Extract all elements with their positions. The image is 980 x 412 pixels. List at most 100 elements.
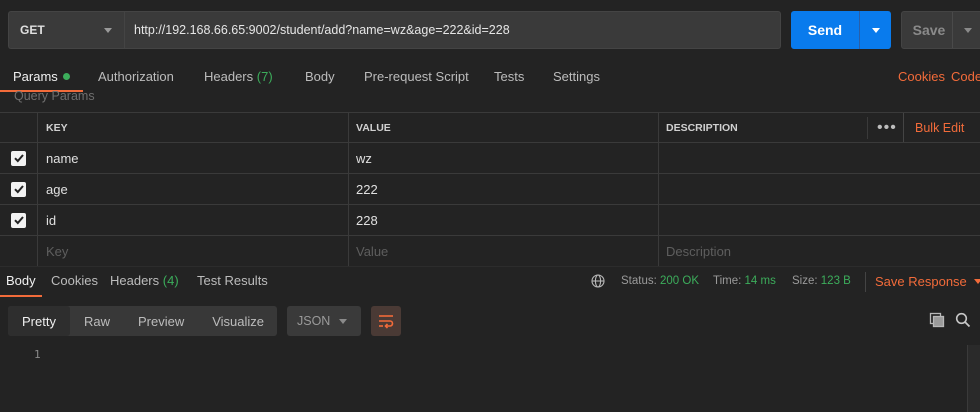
response-tabs: Body Cookies Headers (4) Test Results St… bbox=[0, 266, 980, 297]
row-checkbox-cell bbox=[0, 236, 37, 267]
checkmark-icon bbox=[13, 216, 24, 225]
param-description[interactable] bbox=[658, 205, 980, 235]
save-response-button[interactable]: Save Response bbox=[875, 274, 980, 289]
response-body-editor[interactable]: 1 bbox=[0, 340, 980, 412]
tab-headers-count: (7) bbox=[256, 69, 273, 84]
params-indicator-dot bbox=[62, 73, 70, 80]
url-text: http://192.168.66.65:9002/student/add?na… bbox=[134, 23, 510, 37]
line-number: 1 bbox=[34, 348, 41, 361]
checkmark-icon bbox=[13, 154, 24, 163]
param-value[interactable]: wz bbox=[348, 143, 658, 173]
params-table: KEY VALUE DESCRIPTION ••• Bulk Edit name… bbox=[0, 112, 980, 267]
more-options-icon[interactable]: ••• bbox=[877, 113, 897, 142]
tab-body[interactable]: Body bbox=[305, 69, 335, 84]
status-meta: Status: 200 OK bbox=[621, 275, 699, 287]
tab-params[interactable]: Params bbox=[13, 69, 70, 84]
url-input[interactable]: http://192.168.66.65:9002/student/add?na… bbox=[124, 11, 781, 49]
query-params-title: Query Params bbox=[14, 89, 95, 103]
param-value[interactable]: 222 bbox=[348, 174, 658, 204]
view-visualize-button[interactable]: Visualize bbox=[198, 306, 278, 336]
active-tab-underline bbox=[0, 295, 42, 297]
checkbox[interactable] bbox=[11, 212, 26, 228]
size-label: Size: bbox=[792, 275, 818, 287]
new-value-input[interactable]: Value bbox=[348, 236, 658, 267]
save-button[interactable]: Save bbox=[901, 11, 980, 49]
checkbox[interactable] bbox=[11, 181, 26, 197]
request-tabs: Params Authorization Headers (7) Body Pr… bbox=[0, 64, 980, 92]
wrap-lines-button[interactable] bbox=[371, 306, 401, 336]
divider bbox=[867, 117, 868, 139]
time-meta: Time: 14 ms bbox=[713, 275, 776, 287]
send-label: Send bbox=[807, 22, 843, 38]
row-checkbox-cell bbox=[0, 143, 37, 173]
tab-params-label: Params bbox=[13, 69, 58, 84]
param-key[interactable]: age bbox=[37, 174, 348, 204]
method-label: GET bbox=[20, 23, 45, 37]
table-header: KEY VALUE DESCRIPTION ••• Bulk Edit bbox=[0, 112, 980, 143]
view-raw-button[interactable]: Raw bbox=[70, 306, 124, 336]
tab-pre-request-script[interactable]: Pre-request Script bbox=[364, 69, 469, 84]
column-value: VALUE bbox=[348, 113, 658, 142]
time-value: 14 ms bbox=[744, 275, 776, 287]
size-value: 123 B bbox=[820, 275, 851, 287]
view-preview-button[interactable]: Preview bbox=[124, 306, 198, 336]
chevron-down-icon bbox=[963, 27, 972, 33]
tab-tests[interactable]: Tests bbox=[494, 69, 524, 84]
tab-response-headers[interactable]: Headers (4) bbox=[110, 273, 179, 288]
format-select[interactable]: JSON bbox=[287, 306, 361, 336]
view-pretty-button[interactable]: Pretty bbox=[8, 306, 70, 336]
format-label: JSON bbox=[297, 314, 331, 328]
chevron-down-icon bbox=[339, 319, 347, 324]
new-description-input[interactable]: Description bbox=[658, 236, 980, 267]
row-checkbox-cell bbox=[0, 205, 37, 235]
save-options-button[interactable] bbox=[952, 12, 980, 48]
wrap-lines-icon bbox=[379, 315, 394, 329]
table-row: id 228 bbox=[0, 205, 980, 236]
save-response-label: Save Response bbox=[875, 274, 967, 289]
globe-icon[interactable] bbox=[591, 274, 605, 288]
send-options-button[interactable] bbox=[859, 11, 891, 49]
tab-headers-label: Headers bbox=[204, 69, 254, 84]
tab-authorization[interactable]: Authorization bbox=[98, 69, 174, 84]
table-row-new: Key Value Description bbox=[0, 236, 980, 267]
method-select[interactable]: GET bbox=[8, 11, 124, 49]
row-checkbox-cell bbox=[0, 174, 37, 204]
new-key-input[interactable]: Key bbox=[37, 236, 348, 267]
cookies-link[interactable]: Cookies bbox=[898, 69, 945, 84]
table-row: age 222 bbox=[0, 174, 980, 205]
tab-response-headers-label: Headers bbox=[110, 273, 160, 288]
column-key: KEY bbox=[37, 113, 348, 142]
bulk-edit-link[interactable]: Bulk Edit bbox=[903, 113, 964, 142]
param-description[interactable] bbox=[658, 143, 980, 173]
status-label: Status: bbox=[621, 275, 657, 287]
tab-response-body[interactable]: Body bbox=[6, 273, 36, 288]
chevron-down-icon bbox=[973, 279, 980, 284]
tab-response-cookies[interactable]: Cookies bbox=[51, 273, 98, 288]
send-button[interactable]: Send bbox=[791, 11, 891, 49]
param-description[interactable] bbox=[658, 174, 980, 204]
copy-icon[interactable] bbox=[929, 312, 945, 328]
search-icon[interactable] bbox=[955, 312, 971, 328]
view-mode-group: Pretty Raw Preview Visualize bbox=[8, 306, 277, 336]
status-value: 200 OK bbox=[660, 275, 700, 287]
request-bar: GET http://192.168.66.65:9002/student/ad… bbox=[8, 11, 781, 49]
save-label: Save bbox=[912, 22, 946, 38]
tab-response-headers-count: (4) bbox=[162, 273, 179, 288]
param-value[interactable]: 228 bbox=[348, 205, 658, 235]
divider bbox=[865, 272, 866, 292]
param-key[interactable]: id bbox=[37, 205, 348, 235]
tab-settings[interactable]: Settings bbox=[553, 69, 600, 84]
checkmark-icon bbox=[13, 185, 24, 194]
chevron-down-icon bbox=[104, 28, 112, 33]
time-label: Time: bbox=[713, 275, 742, 287]
param-key[interactable]: name bbox=[37, 143, 348, 173]
chevron-down-icon bbox=[871, 27, 880, 33]
checkbox[interactable] bbox=[11, 150, 26, 166]
header-check-cell bbox=[0, 113, 37, 142]
code-link[interactable]: Code bbox=[951, 69, 980, 84]
tab-headers[interactable]: Headers (7) bbox=[204, 69, 273, 84]
table-row: name wz bbox=[0, 143, 980, 174]
tab-test-results[interactable]: Test Results bbox=[197, 273, 268, 288]
size-meta: Size: 123 B bbox=[792, 275, 851, 287]
scrollbar[interactable] bbox=[967, 345, 980, 412]
